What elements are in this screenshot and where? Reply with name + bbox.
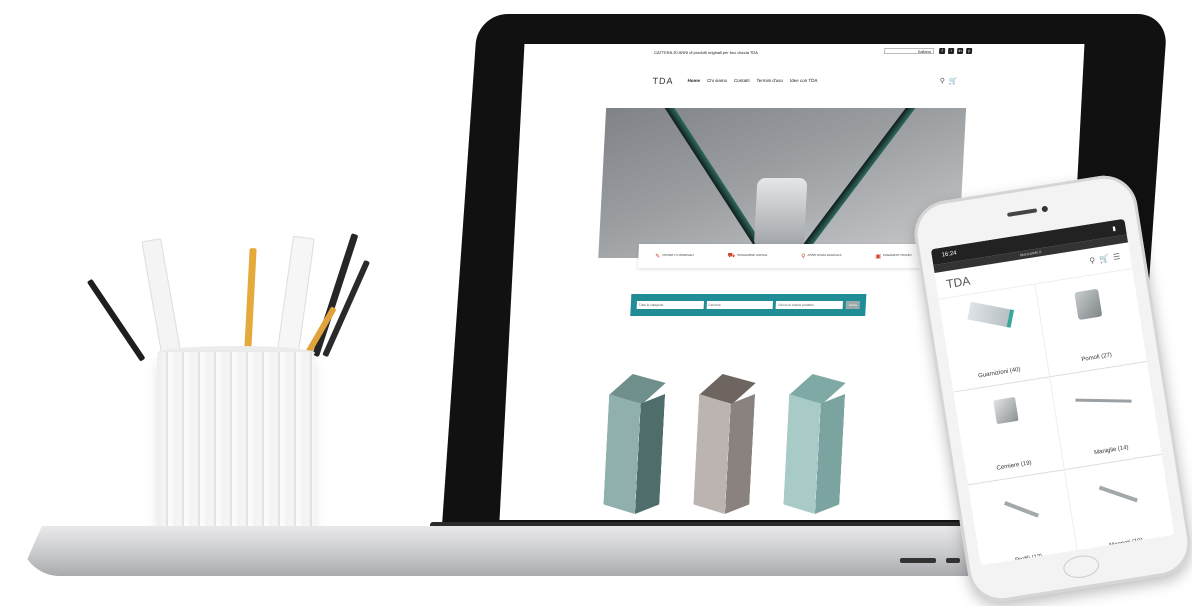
menu-item-contatti[interactable]: Contatti [734, 78, 750, 83]
category-card[interactable]: Profili (12) [968, 470, 1080, 566]
feature-label: ASSISTENZA DEDICATA [807, 253, 842, 258]
product-mockup-scene: CATTERA 20 ANNI di prodotti originali pe… [0, 0, 1192, 606]
menu-item-home[interactable]: Home [687, 78, 700, 83]
category-grid: Guarnizioni (40) Pomoli (27) Cerniere (1… [938, 269, 1175, 566]
pin-icon: ⚲ [800, 253, 806, 260]
menu-icon[interactable]: ☰ [1112, 252, 1120, 262]
feature-item: ✎ PRODOTTI ORIGINALI [655, 253, 694, 260]
site-topbar: CATTERA 20 ANNI di prodotti originali pe… [524, 44, 1085, 60]
hero-image [598, 108, 967, 258]
category-card[interactable]: Magneti (10) [1064, 454, 1175, 563]
cart-icon[interactable]: 🛒 [1099, 254, 1110, 264]
language-select[interactable]: Italiano [883, 48, 935, 54]
phone-camera [1041, 205, 1049, 213]
search-icon[interactable]: ⚲ [1089, 256, 1096, 266]
feature-item: ⛟ SPEDIZIONE RAPIDA [727, 252, 767, 260]
product-code-input[interactable]: Cerca un codice prodotto [775, 301, 844, 309]
hinge-product-image [992, 397, 1019, 425]
glass-panel-edge [657, 108, 766, 254]
feature-item: ⚲ ASSISTENZA DEDICATA [800, 253, 842, 260]
battery-icon: ▮ [1112, 225, 1117, 233]
facebook-icon[interactable]: f [938, 48, 946, 54]
menu-item-chi-siamo[interactable]: Chi siamo [707, 78, 727, 83]
feature-strip: ✎ PRODOTTI ORIGINALI ⛟ SPEDIZIONE RAPIDA… [637, 244, 929, 268]
category-label: Magneti (10) [1109, 537, 1144, 549]
category-card[interactable]: Maniglie (14) [1050, 361, 1162, 471]
category-select[interactable]: Tutte le categorie [636, 301, 704, 309]
instagram-icon[interactable]: i [947, 48, 955, 54]
phone-header-icons: ⚲ 🛒 ☰ [1089, 252, 1121, 266]
laptop-base [20, 526, 1110, 576]
cart-icon[interactable]: 🛒 [949, 77, 958, 85]
magnet-product-image [1098, 485, 1138, 503]
truck-icon: ⛟ [727, 253, 736, 259]
header-icons: ⚲ 🛒 [939, 77, 957, 85]
handle-product-image [1075, 398, 1132, 403]
feature-label: PAGAMENTI SICURI [882, 253, 912, 258]
shower-box-product[interactable] [595, 374, 675, 519]
category-card[interactable]: Cerniere (19) [953, 377, 1065, 486]
shower-box-glass [783, 394, 821, 514]
hinge-product-image [753, 178, 808, 248]
product-search-bar: Tutte le categorie Cerniere Cerca un cod… [630, 294, 867, 316]
profile-product-image [1003, 501, 1039, 518]
pencil-black [86, 278, 146, 362]
phone-home-button [1061, 553, 1101, 581]
menu-item-idee[interactable]: Idee con TDA [790, 78, 818, 83]
feature-label: SPEDIZIONE RAPIDA [737, 253, 768, 258]
search-button[interactable]: Cerca [845, 301, 861, 309]
feature-item: ▣ PAGAMENTI SICURI [875, 253, 912, 260]
phone-screen: 16:24 ▮ tdaricambi.it TDA ⚲ 🛒 ☰ Guarnizi… [930, 218, 1175, 566]
feature-label: PRODOTTI ORIGINALI [662, 253, 694, 258]
youtube-icon[interactable]: y [965, 48, 973, 54]
search-icon[interactable]: ⚲ [939, 77, 945, 85]
category-card[interactable]: Guarnizioni (40) [938, 284, 1051, 393]
category-card[interactable]: Pomoli (27) [1035, 269, 1148, 378]
phone-logo[interactable]: TDA [945, 274, 971, 292]
main-menu: Home Chi siamo Contatti Termini d'uso Id… [687, 78, 817, 83]
phone-time: 16:24 [941, 250, 958, 259]
phone-speaker [1006, 208, 1038, 217]
ruler [276, 235, 315, 360]
site-nav: TDA Home Chi siamo Contatti Termini d'us… [522, 70, 1083, 90]
subcategory-select[interactable]: Cerniere [706, 301, 774, 309]
topbar-text: CATTERA 20 ANNI di prodotti originali pe… [653, 49, 759, 55]
card-icon: ▣ [875, 253, 882, 260]
laptop-port [900, 558, 936, 563]
linkedin-icon[interactable]: in [956, 48, 964, 54]
glass-panel-edge [799, 108, 924, 254]
site-logo[interactable]: TDA [652, 76, 674, 86]
social-links: f i in y [938, 48, 973, 54]
pencil-cup [157, 352, 315, 548]
category-label: Profili (12) [1014, 553, 1043, 564]
shower-box-glass [693, 394, 731, 514]
ruler [141, 238, 182, 360]
shower-box-glass [603, 394, 641, 514]
seal-product-image [966, 301, 1014, 328]
laptop-port [946, 558, 960, 563]
menu-item-termini[interactable]: Termini d'uso [756, 78, 783, 83]
shower-box-product[interactable] [775, 374, 855, 519]
knob-product-image [1074, 288, 1103, 321]
pencil-icon: ✎ [655, 253, 661, 260]
pencil-yellow [244, 247, 257, 357]
shower-box-product[interactable] [685, 374, 765, 519]
